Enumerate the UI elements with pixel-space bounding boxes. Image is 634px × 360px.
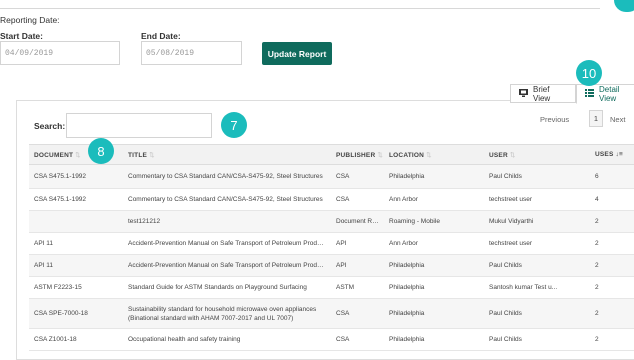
- cell-publisher: ASTM: [331, 276, 384, 299]
- monitor-icon: [519, 88, 528, 99]
- sort-icon: ⇅: [426, 151, 432, 159]
- cell-document: CSA S475.1-1992: [29, 164, 123, 189]
- cell-publisher: CSA: [331, 188, 384, 211]
- tab-detail-label: Detail View: [599, 85, 620, 103]
- tab-brief-label: Brief View: [533, 84, 551, 103]
- start-date-label: Start Date:: [0, 31, 43, 41]
- cell-uses: 2: [590, 232, 634, 255]
- table-row[interactable]: CSA SPE-7000-18 Sustainability standard …: [29, 298, 634, 329]
- cell-publisher: CSA: [331, 298, 384, 329]
- search-label: Search:: [34, 121, 66, 131]
- table-row[interactable]: CSA Z1001-18 Occupational health and saf…: [29, 328, 634, 351]
- list-icon: [585, 89, 594, 99]
- cell-uses: 4: [590, 188, 634, 211]
- col-header-title[interactable]: TITLE ⇅: [123, 144, 331, 165]
- update-report-button[interactable]: Update Report: [262, 42, 332, 65]
- cell-uses: 2: [590, 276, 634, 299]
- cell-location: Ann Arbor: [384, 188, 484, 211]
- cell-title: test121212: [123, 210, 331, 233]
- end-date-input[interactable]: 05/08/2019: [141, 41, 242, 65]
- cell-location: Philadelphia: [384, 164, 484, 189]
- cell-location: Philadelphia: [384, 328, 484, 351]
- col-header-user[interactable]: USER ⇅: [484, 144, 590, 165]
- cell-title: Standard Guide for ASTM Standards on Pla…: [123, 276, 331, 299]
- cell-uses: 2: [590, 210, 634, 233]
- cell-uses: 2: [590, 328, 634, 351]
- cell-document: CSA Z1001-18: [29, 328, 123, 351]
- table-row[interactable]: ASTM F2223-15 Standard Guide for ASTM St…: [29, 276, 634, 299]
- table-row[interactable]: CSA S475.1-1992 Commentary to CSA Standa…: [29, 188, 634, 211]
- cell-title: Accident-Prevention Manual on Safe Trans…: [123, 232, 331, 255]
- search-input[interactable]: [66, 113, 212, 138]
- cell-title: Sustainability standard for household mi…: [123, 298, 331, 329]
- cell-publisher: CSA: [331, 328, 384, 351]
- report-table: DOCUMENT ⇅ TITLE ⇅ PUBLISHER ⇅ LOCATION ⇅ US…: [29, 144, 634, 351]
- sort-icon: ⇅: [75, 151, 81, 159]
- cell-location: Philadelphia: [384, 276, 484, 299]
- cell-publisher: API: [331, 254, 384, 277]
- pager-previous[interactable]: Previous: [540, 115, 569, 124]
- cell-title: Commentary to CSA Standard CAN/CSA-S475-…: [123, 188, 331, 211]
- cell-location: Roaming - Mobile: [384, 210, 484, 233]
- top-divider: [0, 8, 600, 9]
- cell-document: API 11: [29, 254, 123, 277]
- cell-document: CSA S475.1-1992: [29, 188, 123, 211]
- step-badge-partial: [614, 0, 634, 12]
- tab-brief-view[interactable]: Brief View: [510, 84, 576, 103]
- step-badge-10: 10: [576, 60, 602, 86]
- cell-document: ASTM F2223-15: [29, 276, 123, 299]
- cell-title: Accident-Prevention Manual on Safe Trans…: [123, 254, 331, 277]
- cell-uses: 2: [590, 298, 634, 329]
- cell-document: [29, 210, 123, 233]
- table-row[interactable]: API 11 Accident-Prevention Manual on Saf…: [29, 232, 634, 255]
- cell-user: techstreet user: [484, 232, 590, 255]
- end-date-label: End Date:: [141, 31, 181, 41]
- col-header-uses[interactable]: USES ↓≡: [590, 144, 634, 165]
- cell-publisher: API: [331, 232, 384, 255]
- table-row[interactable]: API 11 Accident-Prevention Manual on Saf…: [29, 254, 634, 277]
- cell-location: Philadelphia: [384, 254, 484, 277]
- start-date-input[interactable]: 04/09/2019: [0, 41, 120, 65]
- cell-user: Paul Childs: [484, 254, 590, 277]
- col-header-publisher[interactable]: PUBLISHER ⇅: [331, 144, 384, 165]
- table-row[interactable]: CSA S475.1-1992 Commentary to CSA Standa…: [29, 164, 634, 189]
- cell-publisher: Document Repo...: [331, 210, 384, 233]
- cell-uses: 2: [590, 254, 634, 277]
- cell-uses: 6: [590, 164, 634, 189]
- step-badge-7: 7: [221, 112, 247, 138]
- cell-publisher: CSA: [331, 164, 384, 189]
- reporting-date-label: Reporting Date:: [0, 15, 60, 25]
- cell-user: Paul Childs: [484, 298, 590, 329]
- table-header-row: DOCUMENT ⇅ TITLE ⇅ PUBLISHER ⇅ LOCATION ⇅ US…: [29, 144, 634, 165]
- sort-icon: ⇅: [377, 151, 384, 159]
- cell-document: API 11: [29, 232, 123, 255]
- cell-location: Philadelphia: [384, 298, 484, 329]
- cell-user: Santosh kumar Test u...: [484, 276, 590, 299]
- sort-desc-icon: ↓≡: [615, 151, 623, 158]
- pager-next[interactable]: Next: [610, 115, 625, 124]
- cell-user: Mukul Vidyarthi: [484, 210, 590, 233]
- tab-detail-view[interactable]: Detail View: [576, 84, 634, 104]
- table-row[interactable]: test121212 Document Repo... Roaming - Mo…: [29, 210, 634, 233]
- cell-title: Occupational health and safety training: [123, 328, 331, 351]
- cell-document: CSA SPE-7000-18: [29, 298, 123, 329]
- sort-icon: ⇅: [149, 151, 155, 159]
- step-badge-8: 8: [88, 138, 114, 164]
- pager-page-1[interactable]: 1: [589, 110, 603, 127]
- cell-user: Paul Childs: [484, 164, 590, 189]
- col-header-location[interactable]: LOCATION ⇅: [384, 144, 484, 165]
- cell-user: techstreet user: [484, 188, 590, 211]
- cell-user: Paul Childs: [484, 328, 590, 351]
- cell-title: Commentary to CSA Standard CAN/CSA-S475-…: [123, 164, 331, 189]
- sort-icon: ⇅: [509, 151, 516, 159]
- cell-location: Ann Arbor: [384, 232, 484, 255]
